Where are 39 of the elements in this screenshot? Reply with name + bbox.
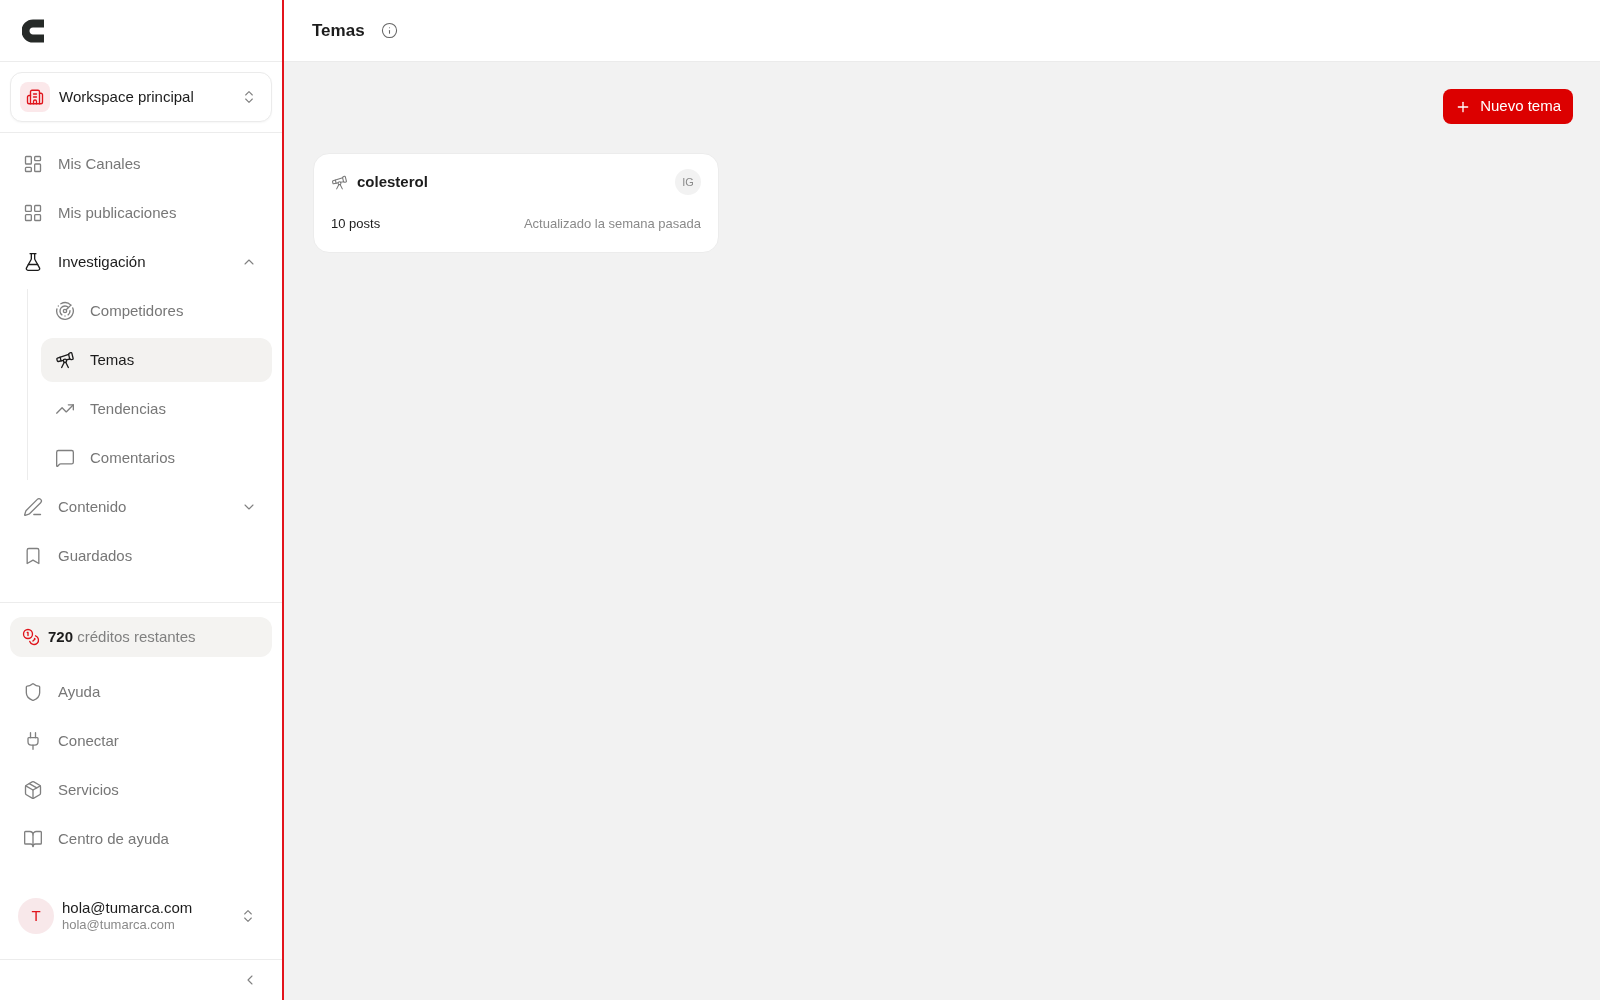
telescope-icon bbox=[331, 173, 348, 191]
credits-text: 720 créditos restantes bbox=[48, 626, 196, 647]
speech-bubble-icon bbox=[55, 448, 75, 468]
sidebar-item[interactable]: Contenido bbox=[10, 485, 272, 529]
sidebar-item[interactable]: Investigación bbox=[10, 240, 272, 284]
shield-icon bbox=[23, 682, 43, 702]
avatar: T bbox=[18, 898, 54, 934]
info-icon[interactable] bbox=[380, 22, 398, 39]
grid-icon bbox=[23, 203, 43, 223]
posts-count: 10 posts bbox=[331, 215, 381, 233]
topic-card[interactable]: colesterol IG 10 posts Actualizado la semana pasada bbox=[313, 153, 719, 253]
workspace-selector[interactable]: Workspace principal bbox=[10, 72, 272, 122]
pen-icon bbox=[23, 497, 43, 517]
sidebar-link[interactable]: Centro de ayuda bbox=[10, 817, 272, 861]
new-topic-button[interactable]: Nuevo tema bbox=[1443, 89, 1573, 124]
sidebar-link[interactable]: Ayuda bbox=[10, 670, 272, 714]
topic-name: colesterol bbox=[357, 171, 429, 192]
box-icon bbox=[23, 780, 43, 800]
open-book-icon bbox=[23, 829, 43, 849]
account-switcher[interactable]: T hola@tumarca.com hola@tumarca.com bbox=[10, 892, 272, 940]
sidebar-item[interactable]: Guardados bbox=[10, 534, 272, 578]
dashboard-icon bbox=[23, 154, 43, 174]
updated-time: Actualizado la semana pasada bbox=[523, 215, 701, 233]
sidebar-item[interactable]: Mis Canales bbox=[10, 142, 272, 186]
telescope-icon bbox=[55, 350, 75, 370]
sidebar-link[interactable]: Conectar bbox=[10, 719, 272, 763]
sidebar-item[interactable]: Mis publicaciones bbox=[10, 191, 272, 235]
logo-icon bbox=[22, 18, 44, 43]
coins-icon bbox=[22, 628, 40, 646]
sidebar-subitem[interactable]: Temas bbox=[41, 338, 272, 382]
radar-icon bbox=[55, 301, 75, 321]
platform-badge: IG bbox=[675, 169, 701, 195]
building-icon bbox=[20, 82, 50, 112]
sidebar-subitem[interactable]: Competidores bbox=[41, 289, 272, 333]
sidebar-subitem[interactable]: Tendencias bbox=[41, 387, 272, 431]
flask-icon bbox=[23, 252, 43, 272]
page-title: Temas bbox=[312, 19, 365, 42]
sidebar-link[interactable]: Servicios bbox=[10, 768, 272, 812]
sidebar-subitem[interactable]: Comentarios bbox=[41, 436, 272, 480]
